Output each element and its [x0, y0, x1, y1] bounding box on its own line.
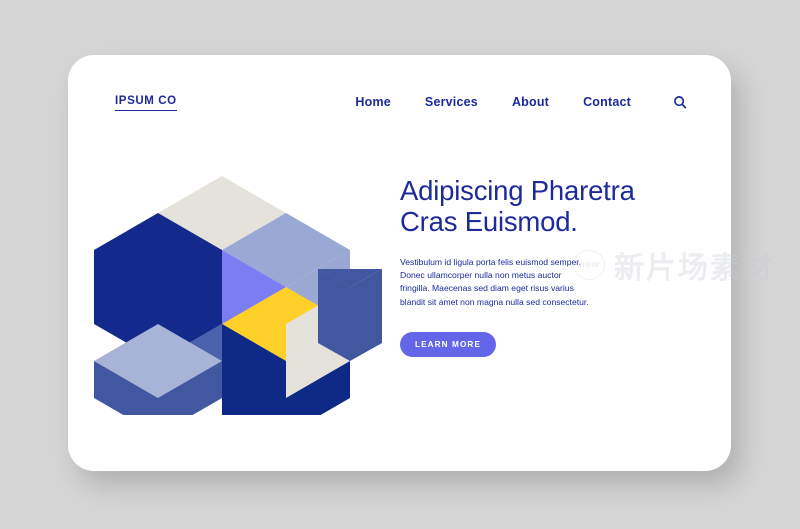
brand-logo[interactable]: IPSUM CO [115, 95, 177, 111]
nav-link-home[interactable]: Home [355, 95, 391, 109]
nav-link-contact[interactable]: Contact [583, 95, 631, 109]
search-icon [674, 96, 687, 109]
hero-paragraph: Vestibulum id ligula porta felis euismod… [400, 257, 589, 307]
isometric-cubes-graphic [68, 145, 388, 415]
landing-page-card: IPSUM CO Home Services About Contact Adi… [68, 55, 731, 471]
hero-title: Adipiscing Pharetra Cras Euismod. [400, 175, 635, 237]
learn-more-button[interactable]: LEARN MORE [400, 331, 496, 357]
isometric-cubes-svg [94, 176, 382, 415]
nav-link-about[interactable]: About [512, 95, 549, 109]
site-header: IPSUM CO Home Services About Contact [68, 55, 731, 147]
hero-copy: Adipiscing Pharetra Cras Euismod. Vestib… [400, 175, 690, 357]
main-navigation: Home Services About Contact [355, 93, 689, 111]
nav-link-services[interactable]: Services [425, 95, 478, 109]
search-button[interactable] [671, 93, 689, 111]
